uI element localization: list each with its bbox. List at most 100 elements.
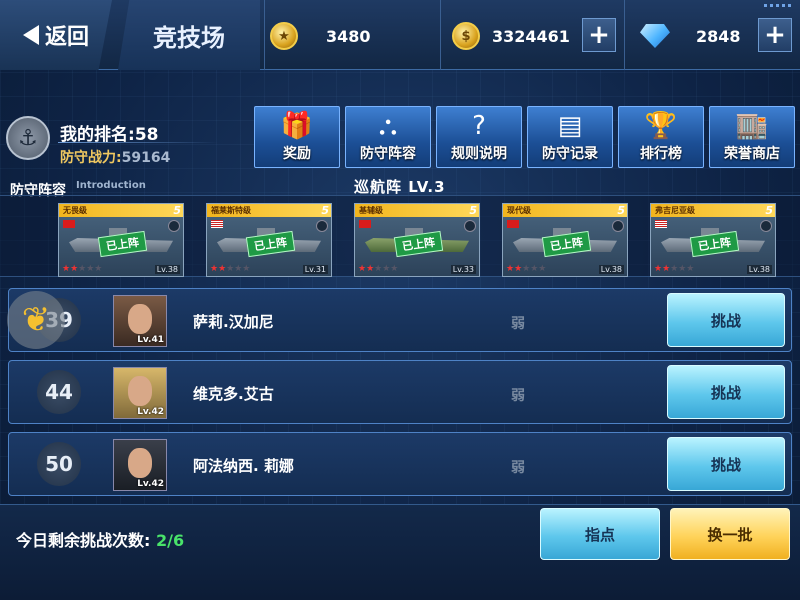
deployed-stamp: 已上阵 [393,230,444,258]
ship-card[interactable]: 现代级 5 已上阵 ★★★★★ Lv.38 [502,203,628,277]
ship-level: Lv.38 [746,265,772,274]
menu-label: 排行榜 [640,146,682,162]
diamond-icon [640,24,670,48]
remaining-label: 今日剩余挑战次数: [16,531,151,550]
formation-icon: ⛬ [378,111,398,141]
opponent-level: Lv.42 [137,407,164,417]
gold-value: 3324461 [492,26,570,46]
medal-resource: ★ 3480 [270,12,371,60]
remaining-challenges: 今日剩余挑战次数: 2/6 [16,527,184,551]
gold-resource: $ 3324461 [452,12,570,60]
opponent-row: 39 ❦ Lv.41 萨莉.汉加尼 弱 挑战 [7,288,792,352]
opponent-row: 44 Lv.42 维克多.艾古 弱 挑战 [8,360,792,424]
defense-intro-text: Introduction [76,180,146,191]
ship-level: Lv.31 [302,265,328,274]
divider [624,0,625,70]
ship-class-icon [168,220,180,232]
menu-label: 规则说明 [451,146,507,162]
menu-label: 奖励 [283,146,311,162]
divider [440,0,441,70]
opponent-name: 萨莉.汉加尼 [193,313,274,331]
ship-card[interactable]: 无畏级 5 已上阵 ★★★★★ Lv.38 [58,203,184,277]
ship-card[interactable]: 福莱斯特级 5 已上阵 ★★★★★ Lv.31 [206,203,332,277]
rules-button[interactable]: ? 规则说明 [436,106,522,168]
ship-card[interactable]: 基辅级 5 已上阵 ★★★★★ Lv.33 [354,203,480,277]
ship-grade: 5 [173,204,181,217]
star-rating: ★★★★★ [654,264,695,274]
power-value: 59164 [121,150,171,166]
difficulty-label: 弱 [511,388,525,404]
ship-grade: 5 [617,204,625,217]
opponent-name: 维克多.艾古 [193,385,274,403]
trophy-icon: 🏆 [644,111,678,141]
guide-button[interactable]: 指点 [540,508,660,560]
challenge-button[interactable]: 挑战 [667,437,785,491]
opponent-rank: 50 [37,442,81,486]
deployed-stamp: 已上阵 [541,230,592,258]
menu-label: 防守记录 [542,146,598,162]
usa-flag-icon [655,220,667,228]
opponent-level: Lv.41 [137,335,164,345]
leaderboard-button[interactable]: 🏆 排行榜 [618,106,704,168]
opponent-row: 50 Lv.42 阿法纳西. 莉娜 弱 挑战 [8,432,792,496]
deployed-stamp: 已上阵 [245,230,296,258]
medal-coin-icon: ★ [270,22,298,50]
challenge-button[interactable]: 挑战 [667,365,785,419]
ship-grade: 5 [765,204,773,217]
avatar[interactable]: Lv.42 [113,367,167,419]
ship-name: 福莱斯特级 5 [207,204,331,217]
refresh-opponents-button[interactable]: 换一批 [670,508,790,560]
usa-flag-icon [211,220,223,228]
deployed-stamp: 已上阵 [97,230,148,258]
ship-class-icon [760,220,772,232]
back-button[interactable]: 返回 [0,0,112,70]
difficulty-label: 弱 [511,316,525,332]
page-title: 竞技场 [118,0,260,70]
gift-icon: 🎁 [280,111,314,141]
ship-grade: 5 [321,204,329,217]
ship-level: Lv.38 [154,265,180,274]
remaining-count: 2/6 [155,531,185,550]
opponent-level: Lv.42 [137,479,164,489]
shop-icon: 🏬 [735,111,769,141]
avatar[interactable]: Lv.41 [113,295,167,347]
defense-power: 防守战力:59164 [60,147,170,167]
reward-button[interactable]: 🎁 奖励 [254,106,340,168]
ship-name: 无畏级 5 [59,204,183,217]
formation-level: 巡航阵 LV.3 [354,178,446,196]
star-rating: ★★★★★ [210,264,251,274]
honor-shop-button[interactable]: 🏬 荣誉商店 [709,106,795,168]
ship-class-icon [612,220,624,232]
avatar-face [128,448,152,478]
ship-name: 弗吉尼亚级 5 [651,204,775,217]
defense-formation-button[interactable]: ⛬ 防守阵容 [345,106,431,168]
add-gold-button[interactable]: + [582,18,616,52]
china-flag-icon [507,220,519,228]
avatar-face [128,304,152,334]
medal-value: 3480 [326,26,371,46]
star-rating: ★★★★★ [358,264,399,274]
ship-level: Lv.33 [450,265,476,274]
add-diamond-button[interactable]: + [758,18,792,52]
challenge-button[interactable]: 挑战 [667,293,785,347]
ship-level: Lv.38 [598,265,624,274]
star-rating: ★★★★★ [506,264,547,274]
china-flag-icon [63,220,75,228]
opponent-name: 阿法纳西. 莉娜 [193,457,294,475]
divider [264,0,265,70]
back-arrow-icon [22,25,39,45]
opponent-rank: 44 [37,370,81,414]
question-icon: ? [472,111,486,141]
defense-record-button[interactable]: ▤ 防守记录 [527,106,613,168]
gold-coin-icon: $ [452,22,480,50]
avatar[interactable]: Lv.42 [113,439,167,491]
difficulty-label: 弱 [511,460,525,476]
ship-name: 基辅级 5 [355,204,479,217]
menu-label: 荣誉商店 [724,146,780,162]
power-label: 防守战力: [60,150,122,166]
ship-card[interactable]: 弗吉尼亚级 5 已上阵 ★★★★★ Lv.38 [650,203,776,277]
anchor-emblem-icon: ⚓ [6,116,50,160]
deployed-stamp: 已上阵 [689,230,740,258]
corner-decoration [764,4,794,7]
ship-name: 现代级 5 [503,204,627,217]
